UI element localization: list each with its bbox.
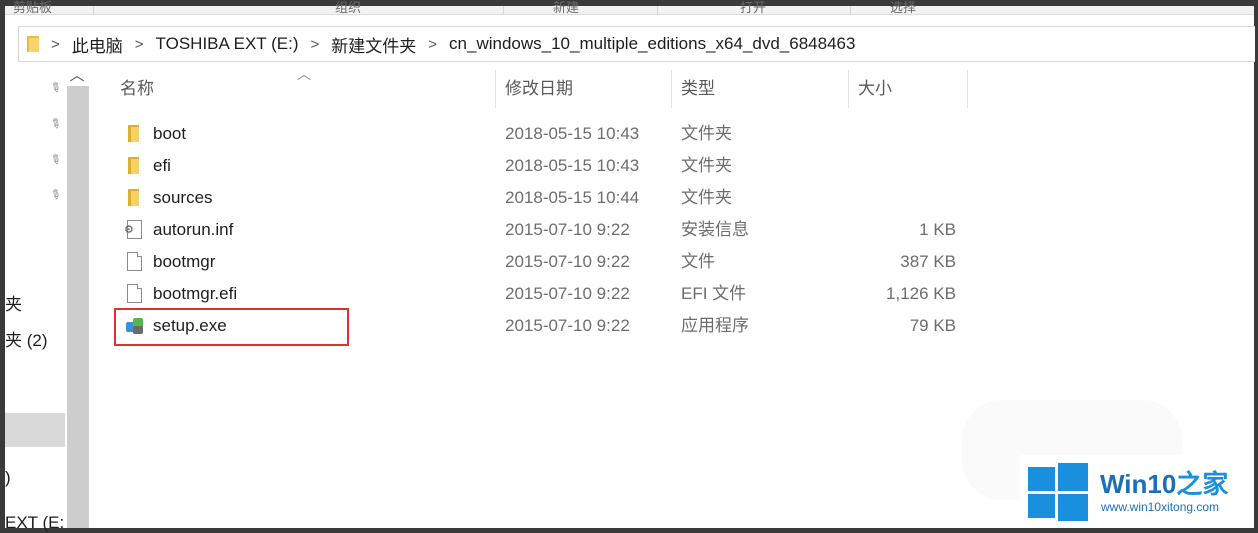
windows-logo-icon <box>1028 461 1088 521</box>
settings-file-icon <box>124 220 142 239</box>
watermark-title-cn: 之家 <box>1176 469 1229 499</box>
ribbon-label-new: 新建 <box>553 0 580 15</box>
watermark-title: Win10之家 <box>1100 464 1228 501</box>
chevron-right-icon[interactable]: > <box>311 36 320 53</box>
ribbon-label-organize: 组织 <box>335 0 362 15</box>
file-type: 文件夹 <box>681 156 732 175</box>
file-date: 2018-05-15 10:44 <box>505 188 640 207</box>
window-frame-right <box>1254 0 1258 533</box>
file-size: 387 KB <box>900 252 956 271</box>
pin-icon[interactable]: ✎ <box>46 150 65 169</box>
file-size: 1,126 KB <box>886 284 956 303</box>
column-header-type[interactable]: 类型 <box>681 70 846 108</box>
file-name: autorun.inf <box>153 220 234 239</box>
watermark-url: www.win10xitong.com <box>1101 500 1220 514</box>
file-date: 2015-07-10 9:22 <box>505 284 630 303</box>
file-row-bootmgr[interactable]: bootmgr 2015-07-10 9:22 文件 387 KB <box>118 246 978 278</box>
pin-icon[interactable]: ✎ <box>46 78 65 97</box>
file-name: bootmgr.efi <box>153 284 238 303</box>
column-divider[interactable] <box>967 70 968 108</box>
column-divider[interactable] <box>495 70 496 108</box>
file-name: sources <box>153 188 213 207</box>
file-row-bootmgr-efi[interactable]: bootmgr.efi 2015-07-10 9:22 EFI 文件 1,126… <box>118 278 978 310</box>
scroll-up-arrow-icon[interactable]: ︿ <box>67 66 87 86</box>
file-type: 文件 <box>681 252 715 271</box>
file-date: 2015-07-10 9:22 <box>505 316 630 335</box>
pin-icon[interactable]: ✎ <box>46 185 65 204</box>
file-name: boot <box>153 124 187 143</box>
breadcrumb-new-folder[interactable]: 新建文件夹 <box>331 32 416 57</box>
breadcrumb-current-folder[interactable]: cn_windows_10_multiple_editions_x64_dvd_… <box>449 34 855 54</box>
window-frame-bottom <box>0 528 1258 533</box>
file-date: 2015-07-10 9:22 <box>505 220 630 239</box>
nav-item-selected[interactable] <box>5 413 65 447</box>
file-type: 应用程序 <box>681 316 749 335</box>
ribbon-label-select: 选择 <box>890 0 917 15</box>
breadcrumb-drive[interactable]: TOSHIBA EXT (E:) <box>156 34 299 54</box>
ribbon-label-clipboard: 剪贴板 <box>13 0 53 15</box>
file-date: 2018-05-15 10:43 <box>505 124 640 143</box>
file-date: 2015-07-10 9:22 <box>505 252 630 271</box>
chevron-right-icon[interactable]: > <box>428 36 437 53</box>
folder-icon <box>126 157 142 175</box>
file-date: 2018-05-15 10:43 <box>505 156 640 175</box>
file-size: 1 KB <box>919 220 956 239</box>
file-icon <box>127 284 142 303</box>
navigation-pane: ✎ ✎ ✎ ✎ 夹 夹 (2) ) EXT (E: <box>5 66 67 532</box>
nav-scrollbar[interactable] <box>67 86 89 528</box>
column-header-date[interactable]: 修改日期 <box>505 70 670 108</box>
nav-item-partial[interactable]: 夹 <box>5 290 22 315</box>
chevron-right-icon[interactable]: > <box>51 36 60 53</box>
column-divider[interactable] <box>671 70 672 108</box>
ribbon-group-labels: 剪贴板 组织 新建 打开 选择 <box>5 0 1254 15</box>
file-icon <box>127 252 142 271</box>
file-size: 79 KB <box>909 316 956 335</box>
file-type: 安装信息 <box>681 220 749 239</box>
breadcrumb-this-pc[interactable]: 此电脑 <box>72 32 123 57</box>
file-type: EFI 文件 <box>681 284 747 303</box>
pin-icon[interactable]: ✎ <box>46 114 65 133</box>
file-type: 文件夹 <box>681 188 732 207</box>
column-divider[interactable] <box>848 70 849 108</box>
file-row-boot[interactable]: boot 2018-05-15 10:43 文件夹 <box>118 118 978 150</box>
file-row-efi[interactable]: efi 2018-05-15 10:43 文件夹 <box>118 150 978 182</box>
file-name: efi <box>153 156 171 175</box>
nav-scrollbar-thumb[interactable] <box>67 86 89 528</box>
address-bar[interactable]: > 此电脑 > TOSHIBA EXT (E:) > 新建文件夹 > cn_wi… <box>18 26 1255 62</box>
watermark-title-latin: Win10 <box>1100 469 1177 499</box>
column-header-size[interactable]: 大小 <box>858 70 966 108</box>
file-type: 文件夹 <box>681 124 732 143</box>
folder-icon <box>27 36 41 52</box>
nav-item-partial[interactable]: 夹 (2) <box>5 326 48 351</box>
folder-icon <box>126 125 142 143</box>
highlight-box <box>114 308 349 346</box>
nav-item-drive[interactable]: EXT (E: <box>5 513 64 533</box>
file-row-sources[interactable]: sources 2018-05-15 10:44 文件夹 <box>118 182 978 214</box>
folder-icon <box>126 189 142 207</box>
chevron-right-icon[interactable]: > <box>135 36 144 53</box>
nav-item-partial[interactable]: ) <box>5 468 11 488</box>
file-row-autorun[interactable]: autorun.inf 2015-07-10 9:22 安装信息 1 KB <box>118 214 978 246</box>
column-header-name[interactable]: 名称 <box>120 70 495 108</box>
ribbon-label-open: 打开 <box>740 0 767 15</box>
file-name: bootmgr <box>153 252 216 271</box>
